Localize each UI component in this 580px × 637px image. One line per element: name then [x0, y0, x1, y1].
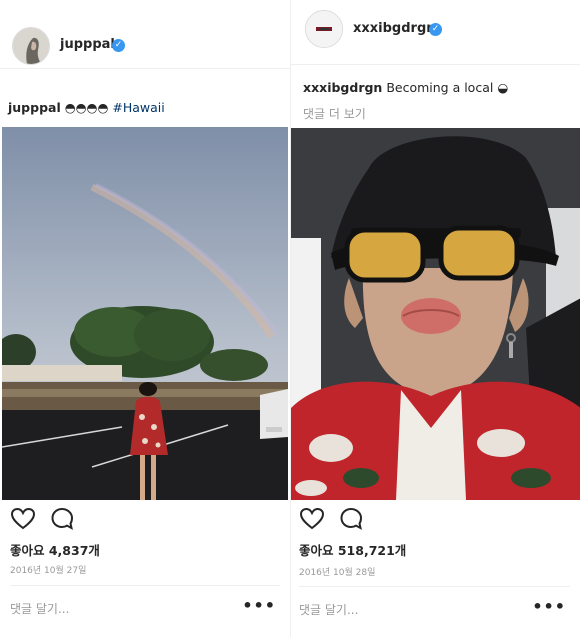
username[interactable]: xxxibgdrgn	[353, 21, 436, 36]
heart-icon[interactable]	[10, 507, 36, 531]
avatar[interactable]	[12, 27, 50, 65]
caption-text: ◓◓◓◓	[64, 100, 109, 115]
caption-username[interactable]: jupppal	[8, 100, 61, 115]
caption-text: Becoming a local	[386, 80, 494, 95]
action-bar	[10, 507, 76, 531]
verified-badge-icon: ✓	[429, 23, 442, 36]
caption-username[interactable]: xxxibgdrgn	[303, 80, 382, 95]
action-bar	[299, 507, 365, 531]
comment-input[interactable]: 댓글 달기...	[10, 600, 69, 617]
post-header: jupppal ✓	[0, 0, 290, 69]
post-date: 2016년 10월 28일	[299, 568, 376, 578]
heart-icon[interactable]	[299, 507, 325, 531]
comment-bar: 댓글 달기... •••	[299, 586, 570, 627]
verified-badge-icon: ✓	[112, 39, 125, 52]
comment-bar: 댓글 달기... •••	[10, 585, 280, 626]
post-xxxibgdrgn: xxxibgdrgn ✓ xxxibgdrgn Becoming a local…	[290, 0, 580, 637]
post-jupppal: jupppal ✓ jupppal ◓◓◓◓ #Hawaii 좋아요 4,837…	[0, 0, 290, 637]
view-more-comments-link[interactable]: 댓글 더 보기	[303, 105, 366, 122]
caption: xxxibgdrgn Becoming a local ◒	[303, 80, 508, 96]
post-date: 2016년 10월 27일	[10, 566, 87, 576]
more-options-icon[interactable]: •••	[242, 596, 276, 615]
avatar[interactable]	[305, 10, 343, 48]
comment-icon[interactable]	[50, 507, 76, 531]
caption: jupppal ◓◓◓◓ #Hawaii	[8, 100, 165, 116]
username[interactable]: jupppal	[60, 37, 115, 52]
comment-input[interactable]: 댓글 달기...	[299, 601, 358, 618]
caption-emoji: ◒	[497, 80, 509, 95]
more-options-icon[interactable]: •••	[532, 597, 566, 616]
comment-icon[interactable]	[339, 507, 365, 531]
post-photo[interactable]	[291, 128, 580, 500]
post-photo[interactable]	[2, 127, 288, 500]
hashtag-link[interactable]: #Hawaii	[112, 100, 164, 115]
likes-count[interactable]: 좋아요 518,721개	[299, 540, 406, 559]
likes-count[interactable]: 좋아요 4,837개	[10, 540, 100, 559]
post-header: xxxibgdrgn ✓	[291, 0, 580, 65]
